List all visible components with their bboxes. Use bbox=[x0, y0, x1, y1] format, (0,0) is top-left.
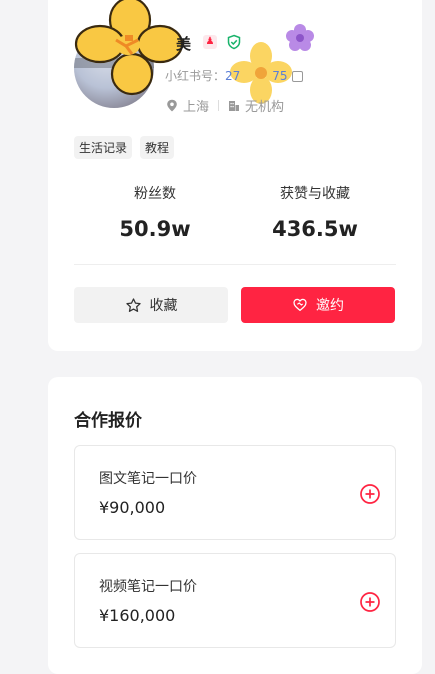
organization-text: 无机构 bbox=[245, 100, 285, 115]
user-id-end: 75 bbox=[272, 69, 288, 83]
user-id-label: 小红书号： bbox=[165, 69, 226, 83]
verified-shield-icon bbox=[227, 34, 241, 50]
location-row: 上海 无机构 bbox=[166, 96, 284, 115]
section-divider bbox=[74, 264, 396, 265]
favorite-label: 收藏 bbox=[149, 298, 178, 314]
add-circle-icon[interactable] bbox=[359, 483, 381, 505]
location-text: 上海 bbox=[183, 100, 210, 115]
add-circle-icon[interactable] bbox=[359, 591, 381, 613]
tag-list: 生活记录 教程 bbox=[74, 136, 175, 159]
tag-item[interactable]: 生活记录 bbox=[74, 136, 133, 159]
likes-label: 获赞与收藏 bbox=[280, 186, 350, 202]
copy-icon[interactable] bbox=[291, 71, 303, 82]
price-item[interactable]: 图文笔记一口价 ¥90,000 bbox=[74, 445, 396, 540]
pricing-title: 合作报价 bbox=[74, 411, 142, 431]
star-icon bbox=[125, 297, 141, 312]
price-item[interactable]: 视频笔记一口价 ¥160,000 bbox=[74, 553, 396, 648]
tag-item[interactable]: 教程 bbox=[140, 136, 175, 159]
purple-flower-sticker bbox=[286, 24, 314, 51]
person-badge-icon: ♟ bbox=[203, 35, 217, 49]
price-item-value: ¥90,000 bbox=[99, 498, 166, 517]
location-pin-icon bbox=[167, 99, 177, 112]
price-item-name: 视频笔记一口价 bbox=[99, 579, 197, 595]
followers-stat: 粉丝数 50.9w bbox=[70, 183, 240, 241]
building-icon bbox=[229, 100, 240, 111]
followers-value: 50.9w bbox=[119, 217, 191, 241]
user-id-row: 小红书号：27 75 bbox=[165, 67, 303, 84]
user-id-start: 27 bbox=[225, 69, 241, 83]
likes-stat: 获赞与收藏 436.5w bbox=[230, 183, 400, 241]
followers-label: 粉丝数 bbox=[134, 186, 176, 202]
divider bbox=[218, 100, 220, 111]
price-item-name: 图文笔记一口价 bbox=[99, 471, 197, 487]
price-item-value: ¥160,000 bbox=[99, 606, 176, 625]
favorite-button[interactable]: 收藏 bbox=[74, 287, 228, 323]
invite-button[interactable]: 邀约 bbox=[241, 287, 395, 323]
invite-label: 邀约 bbox=[316, 298, 344, 314]
handshake-heart-icon bbox=[293, 298, 307, 311]
profile-name: 美 bbox=[176, 35, 192, 53]
likes-value: 436.5w bbox=[272, 217, 358, 241]
